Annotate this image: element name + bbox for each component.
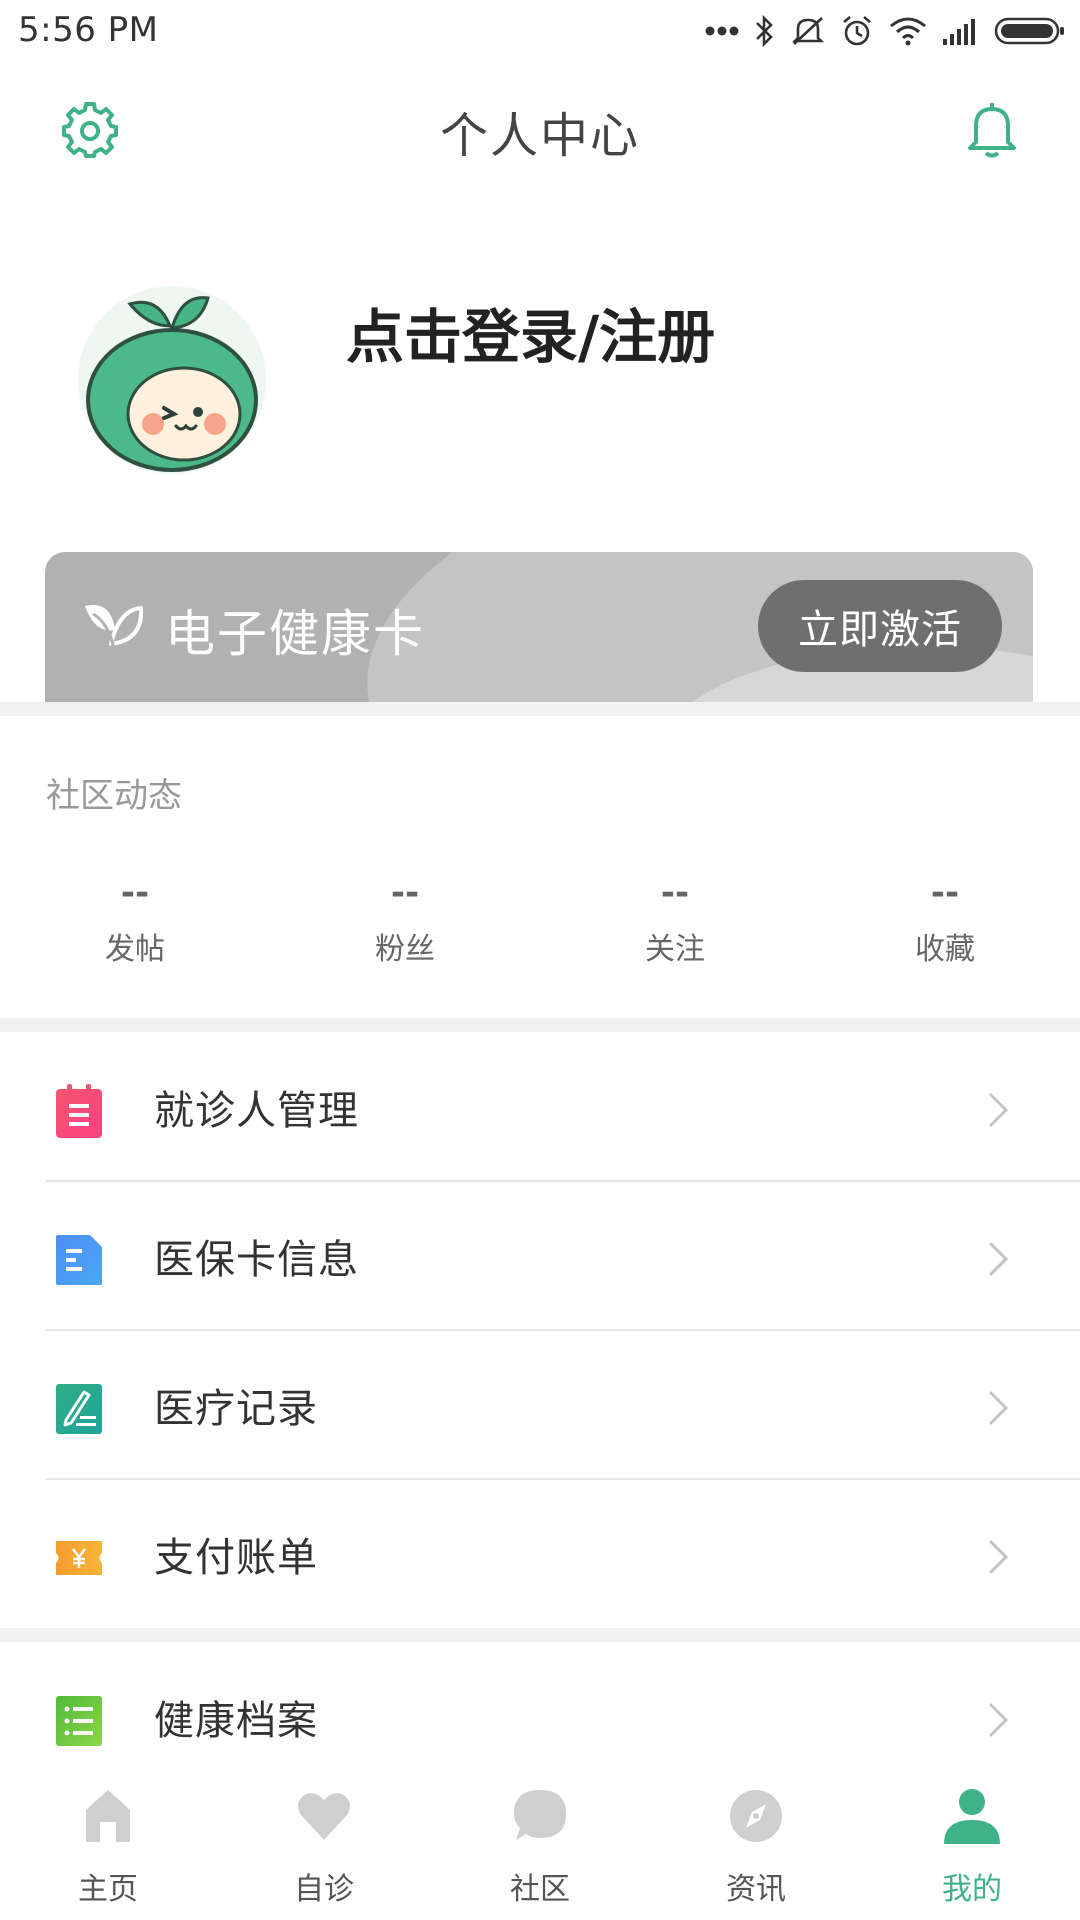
section-divider	[0, 702, 1080, 716]
tab-self-diagnosis[interactable]: 自诊	[216, 1768, 432, 1920]
calendar-icon	[54, 1084, 104, 1138]
heart-icon	[294, 1784, 354, 1848]
notification-button[interactable]	[962, 98, 1022, 160]
bell-icon	[962, 103, 1022, 164]
activate-button[interactable]: 立即激活	[758, 580, 1002, 672]
chevron-right-icon	[986, 1090, 1010, 1130]
wifi-icon	[888, 16, 928, 46]
tab-label: 社区	[510, 1872, 570, 1907]
stat-label: 收藏	[915, 932, 975, 967]
stat-fans[interactable]: -- 粉丝	[325, 870, 485, 968]
more-dots-icon	[704, 25, 740, 37]
health-card[interactable]: 电子健康卡 立即激活	[45, 552, 1033, 702]
tab-community[interactable]: 社区	[432, 1768, 648, 1920]
chat-bubble-icon	[510, 1784, 570, 1848]
tab-label: 我的	[942, 1872, 1002, 1907]
chevron-right-icon	[986, 1388, 1010, 1428]
stat-value: --	[120, 873, 150, 913]
bluetooth-icon	[754, 14, 776, 48]
stat-posts[interactable]: -- 发帖	[55, 870, 215, 968]
compass-icon	[726, 1784, 786, 1848]
menu-item-label: 就诊人管理	[154, 1088, 359, 1134]
menu-item-medical-records[interactable]: 医疗记录	[0, 1330, 1080, 1478]
ticket-yen-icon	[54, 1531, 104, 1585]
tab-label: 资讯	[726, 1872, 786, 1907]
tab-bar: 主页 自诊 社区 资讯 我的	[0, 1768, 1080, 1920]
tab-mine[interactable]: 我的	[864, 1768, 1080, 1920]
tab-home[interactable]: 主页	[0, 1768, 216, 1920]
avatar[interactable]	[78, 286, 266, 474]
menu-item-patient-management[interactable]: 就诊人管理	[0, 1032, 1080, 1180]
menu-item-payment-bills[interactable]: 支付账单	[0, 1479, 1080, 1627]
menu-item-insurance-card[interactable]: 医保卡信息	[0, 1181, 1080, 1329]
tab-news[interactable]: 资讯	[648, 1768, 864, 1920]
alarm-icon	[840, 14, 874, 48]
menu-item-label: 健康档案	[154, 1698, 318, 1744]
stat-value: --	[930, 873, 960, 913]
signal-icon	[942, 17, 980, 45]
menu-item-label: 支付账单	[154, 1535, 318, 1581]
page-title: 个人中心	[439, 108, 640, 164]
section-divider	[0, 1018, 1080, 1032]
stat-label: 粉丝	[375, 932, 435, 967]
tab-label: 主页	[78, 1872, 138, 1907]
tab-label: 自诊	[294, 1872, 354, 1907]
stat-label: 发帖	[105, 932, 165, 967]
chevron-right-icon	[986, 1700, 1010, 1740]
home-icon	[78, 1784, 138, 1848]
battery-icon	[994, 16, 1066, 46]
document-icon	[54, 1233, 104, 1287]
community-stats: -- 发帖 -- 粉丝 -- 关注 -- 收藏	[0, 870, 1080, 980]
leaf-icon	[81, 600, 145, 656]
stat-following[interactable]: -- 关注	[595, 870, 755, 968]
status-time: 5:56 PM	[18, 10, 159, 50]
section-divider	[0, 1628, 1080, 1642]
mute-bell-icon	[790, 14, 826, 48]
list-icon	[54, 1694, 104, 1748]
menu-item-label: 医保卡信息	[154, 1237, 359, 1283]
stat-favorites[interactable]: -- 收藏	[865, 870, 1025, 968]
community-section-title: 社区动态	[46, 776, 182, 816]
chevron-right-icon	[986, 1537, 1010, 1577]
stat-value: --	[390, 873, 420, 913]
pen-record-icon	[54, 1382, 104, 1436]
login-register-link[interactable]: 点击登录/注册	[346, 290, 715, 374]
status-bar: 5:56 PM	[0, 0, 1080, 62]
stat-label: 关注	[645, 932, 705, 967]
menu-item-label: 医疗记录	[154, 1386, 318, 1432]
health-card-title: 电子健康卡	[165, 605, 425, 663]
person-icon	[942, 1784, 1002, 1848]
chevron-right-icon	[986, 1239, 1010, 1279]
stat-value: --	[660, 873, 690, 913]
status-icons	[704, 10, 1066, 52]
